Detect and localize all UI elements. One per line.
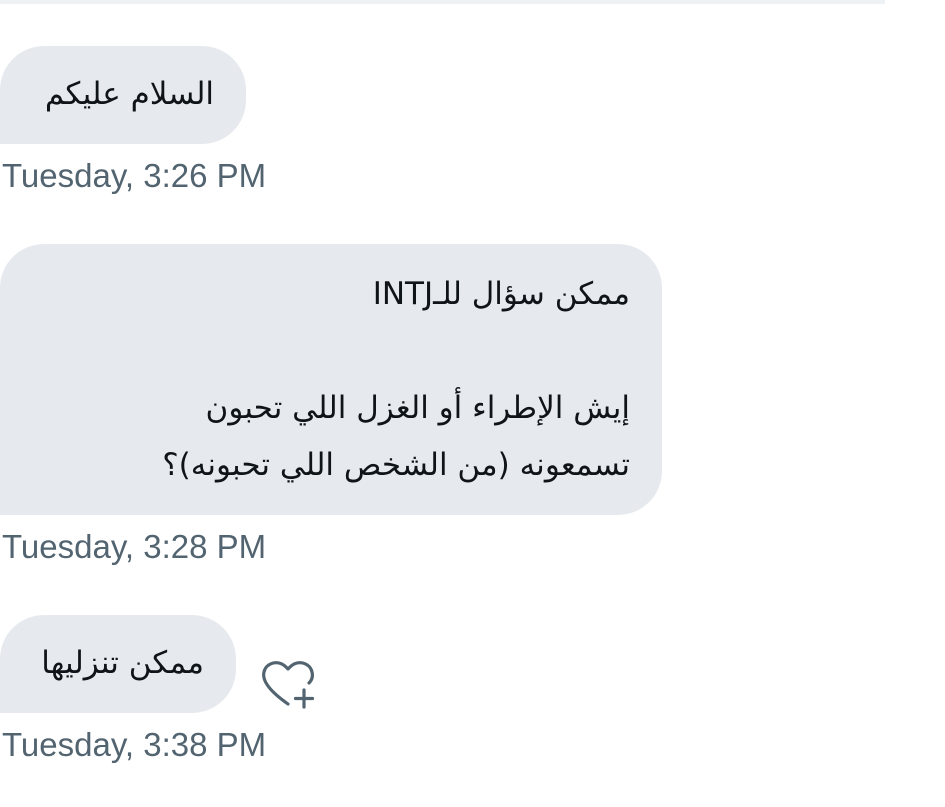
message-bubble[interactable]: ممكن تنزليها [0, 615, 236, 713]
message-text: ممكن تنزليها [41, 645, 204, 681]
message-timestamp: Tuesday, 3:28 PM [2, 528, 267, 565]
top-divider [0, 0, 885, 4]
message-text: ممكن سؤال للـINTJ [372, 276, 630, 312]
direct-message-conversation: السلام عليكم Tuesday, 3:26 PM ممكن سؤال … [0, 0, 945, 807]
heart-plus-icon [262, 661, 315, 709]
message-timestamp: Tuesday, 3:26 PM [2, 157, 267, 194]
message-text: السلام عليكم [44, 76, 214, 112]
message-bubble[interactable]: السلام عليكم [0, 46, 246, 144]
message-text: تسمعونه (من الشخص اللي تحبونه)؟ [162, 447, 630, 483]
message-bubble[interactable]: ممكن سؤال للـINTJ إيش الإطراء أو الغزل ا… [0, 244, 662, 515]
message-text: إيش الإطراء أو الغزل اللي تحبون [205, 390, 630, 426]
add-reaction-heart-icon[interactable] [258, 654, 322, 710]
message-timestamp: Tuesday, 3:38 PM [2, 726, 267, 763]
